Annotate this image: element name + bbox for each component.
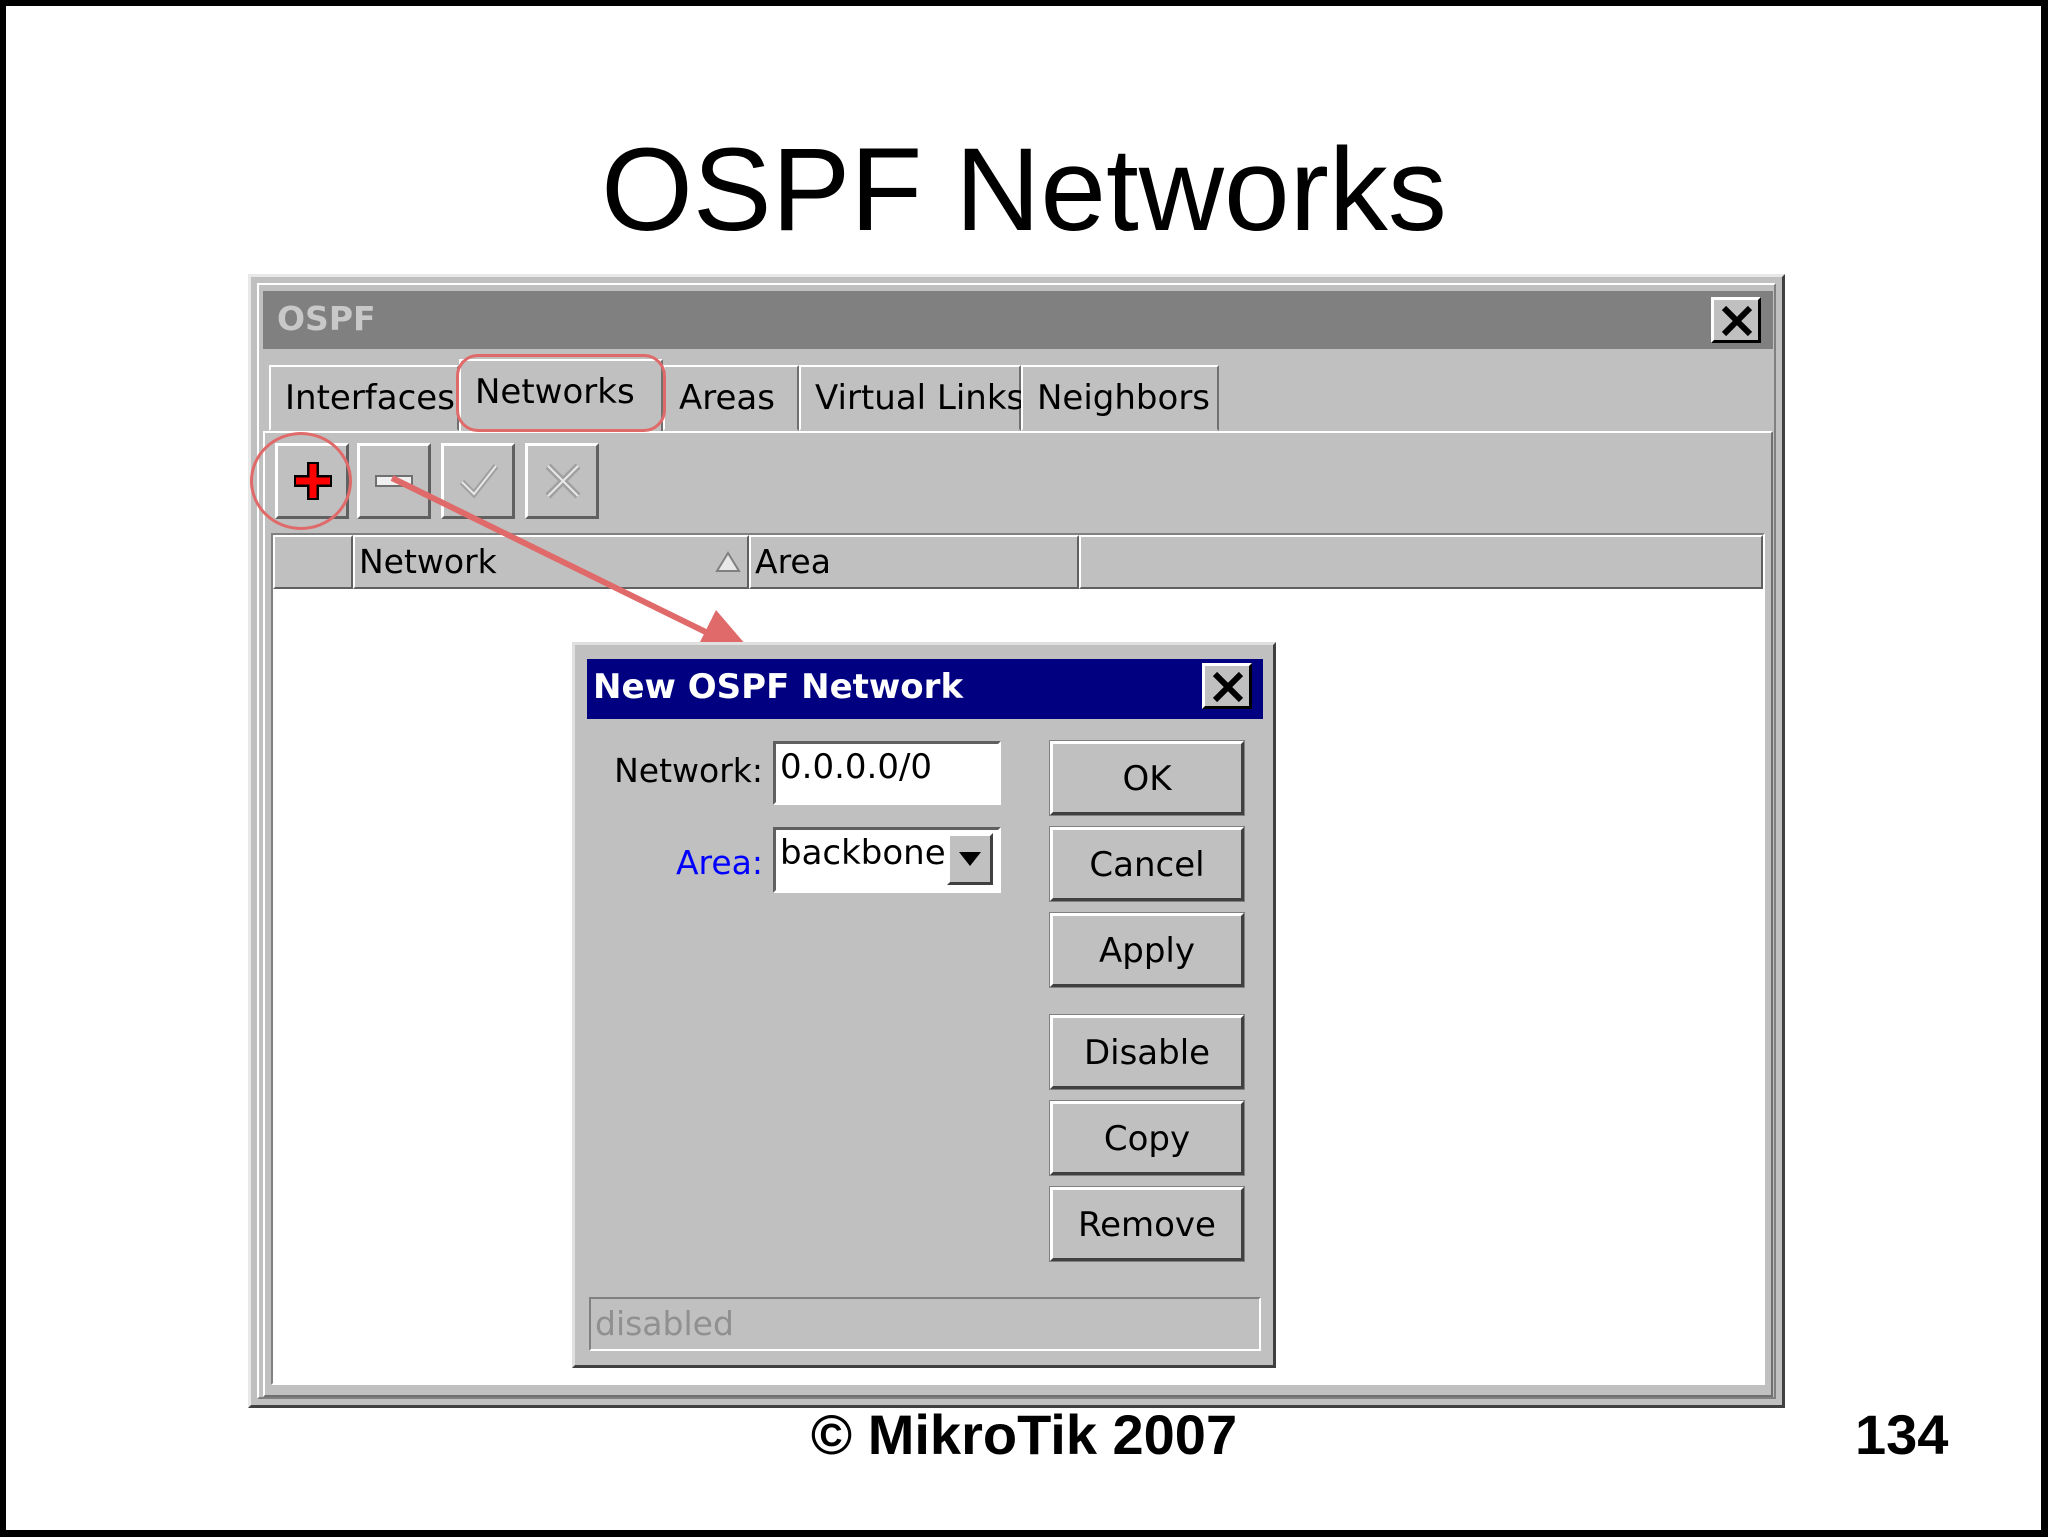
dialog-title: New OSPF Network <box>593 667 964 707</box>
area-dropdown-button[interactable] <box>947 833 993 885</box>
area-select-value: backbone <box>780 833 946 873</box>
page-number: 134 <box>1855 1403 1949 1466</box>
dialog-close-button[interactable] <box>1202 663 1252 709</box>
dialog-titlebar: New OSPF Network <box>587 659 1263 719</box>
network-field[interactable]: 0.0.0.0/0 <box>773 741 1001 805</box>
disable-network-button[interactable]: Disable <box>1049 1014 1245 1090</box>
remove-network-button[interactable]: Remove <box>1049 1186 1245 1262</box>
network-label: Network: <box>614 751 763 790</box>
apply-button[interactable]: Apply <box>1049 912 1245 988</box>
new-ospf-network-dialog: New OSPF Network Network: 0.0.0.0/0 Area… <box>572 642 1276 1368</box>
close-icon <box>1212 671 1244 703</box>
ok-button[interactable]: OK <box>1049 740 1245 816</box>
chevron-down-icon <box>959 852 981 866</box>
cancel-button[interactable]: Cancel <box>1049 826 1245 902</box>
area-label: Area: <box>675 843 763 882</box>
status-bar: disabled <box>589 1297 1261 1351</box>
footer-copyright: © MikroTik 2007 <box>810 1403 1238 1466</box>
copy-button[interactable]: Copy <box>1049 1100 1245 1176</box>
